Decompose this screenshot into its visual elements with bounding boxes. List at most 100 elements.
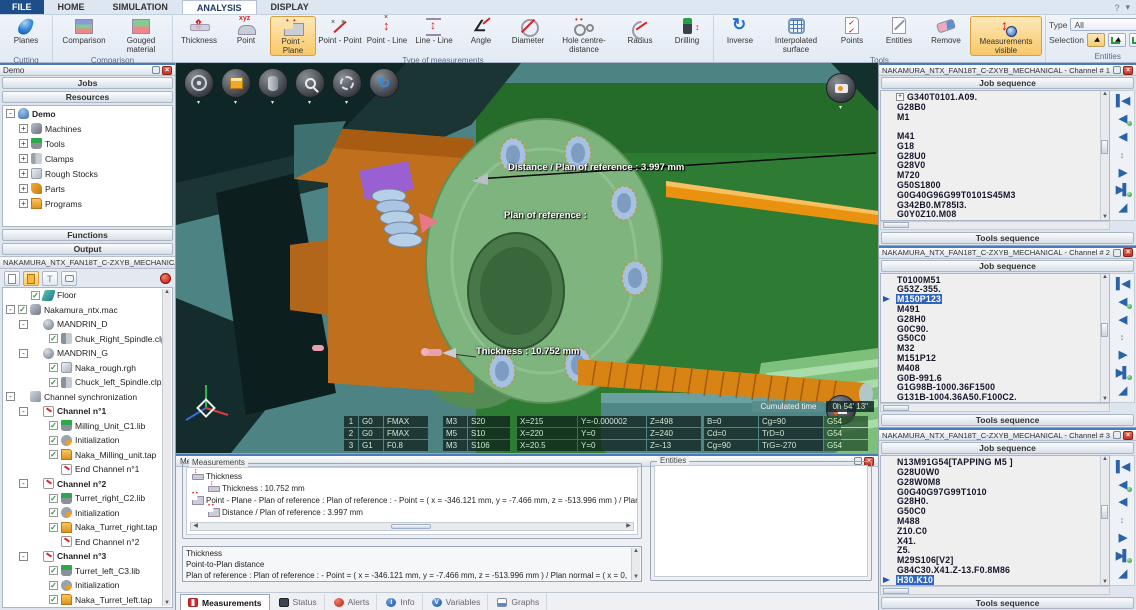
menu-tab[interactable]: FILE (0, 0, 44, 14)
go-to-end-button[interactable]: ◢ (1112, 201, 1132, 216)
gouged-material-button[interactable]: Gouged material (113, 16, 169, 56)
gcode-line[interactable]: M29S106[V2] (883, 555, 1109, 565)
tree-item[interactable]: Naka_rough.rgh (3, 361, 172, 376)
gcode-line[interactable]: M32 (883, 343, 1109, 353)
code-vscrollbar[interactable]: ▲▼ (1100, 456, 1109, 585)
menu-tab[interactable]: DISPLAY (257, 0, 323, 14)
step-back-button[interactable]: ◀ (1112, 495, 1132, 510)
visibility-checkbox[interactable] (49, 523, 58, 532)
inverse-button[interactable]: Inverse (717, 16, 763, 56)
gcode-line[interactable]: G84C30.X41.Z-13.F0.8M86 (883, 565, 1109, 575)
radius-button[interactable]: Radius (617, 16, 663, 56)
tree-item[interactable]: End Channel n°1 (3, 462, 172, 477)
measurement-item[interactable]: Distance / Plan of reference : 3.997 mm (189, 506, 635, 518)
expander-icon[interactable] (19, 184, 28, 193)
line-line-button[interactable]: Line - Line (411, 16, 457, 56)
tree-item[interactable]: Parts (3, 181, 172, 196)
expander-icon[interactable] (19, 154, 28, 163)
gcode-line[interactable]: M488 (883, 516, 1109, 526)
tree-item[interactable]: Chuck_left_Spindle.clp (3, 375, 172, 390)
scroll-handle[interactable]: ↕ (1112, 330, 1132, 345)
help-icon[interactable]: ? (1114, 3, 1119, 13)
job-sequence-bar[interactable]: Job sequence (881, 442, 1134, 454)
zoom-button[interactable]: ▾ (295, 68, 325, 98)
expander-icon[interactable] (6, 305, 15, 314)
previous-tool-button[interactable]: ◀ (1112, 295, 1132, 310)
gcode-line[interactable]: G0B-991.6 (883, 373, 1109, 383)
record-icon[interactable] (160, 273, 171, 284)
close-icon[interactable]: × (1123, 248, 1133, 257)
code-vscrollbar[interactable]: ▲▼ (1100, 274, 1109, 403)
entities-button[interactable]: Entities (876, 16, 922, 56)
expand-icon[interactable] (896, 93, 904, 101)
expander-icon[interactable] (19, 124, 28, 133)
tree-item[interactable]: Naka_Turret_left.tap (3, 593, 172, 608)
bottom-tab[interactable]: V Variables (425, 594, 489, 610)
gcode-line[interactable]: H30.K10 (883, 575, 1109, 585)
tools-sequence-bar[interactable]: Tools sequence (881, 597, 1134, 609)
step-back-button[interactable]: ◀ (1112, 130, 1132, 145)
hole-centre-distance-button[interactable]: Hole centre-distance (552, 16, 616, 56)
bottom-tab[interactable]: Status (272, 594, 325, 610)
scroll-handle[interactable]: ↕ (1112, 148, 1132, 163)
visibility-checkbox[interactable] (49, 494, 58, 503)
selection-mode-button[interactable]: ▾ (332, 68, 362, 98)
display-mode-button[interactable]: ▾ (221, 68, 251, 98)
gcode-line[interactable]: G28U0 (883, 151, 1109, 161)
diameter-button[interactable]: Diameter (505, 16, 551, 56)
gcode-line[interactable]: G18 (883, 141, 1109, 151)
document-active-button[interactable] (23, 271, 39, 286)
step-forward-button[interactable]: ▶ (1112, 166, 1132, 181)
pin-icon[interactable] (1113, 66, 1121, 74)
gcode-line[interactable]: G340T0101.A09. (883, 92, 1109, 102)
step-back-button[interactable]: ◀ (1112, 313, 1132, 328)
visibility-checkbox[interactable] (31, 291, 40, 300)
gcode-line[interactable]: G50C0 (883, 333, 1109, 343)
gcode-line[interactable]: G0G40G96G99T0101S45M3 (883, 190, 1109, 200)
measurements-hscrollbar[interactable]: ◀ ▶ (190, 522, 634, 531)
resources-bar[interactable]: Resources (2, 91, 173, 103)
go-to-start-button[interactable]: ▌◀ (1112, 277, 1132, 292)
menu-tab[interactable]: ANALYSIS (182, 0, 257, 14)
interpolated-surface-button[interactable]: Interpolated surface (764, 16, 828, 56)
tree-scrollbar[interactable]: ▲▼ (162, 289, 171, 606)
code-vscrollbar[interactable]: ▲▼ (1100, 91, 1109, 220)
gcode-line[interactable]: M1 (883, 112, 1109, 122)
go-to-end-button[interactable]: ◢ (1112, 567, 1132, 582)
type-select[interactable]: All▾ (1070, 18, 1136, 31)
tree-item[interactable]: Rough Stocks (3, 166, 172, 181)
tree-item[interactable]: Naka_Turret_right.tap (3, 520, 172, 535)
drilling-button[interactable]: Drilling (664, 16, 710, 56)
tree-item[interactable]: Nakamura_ntx.mac (3, 303, 172, 318)
tree-item[interactable]: Turret_right_C2.lib (3, 491, 172, 506)
viewport-3d[interactable]: ▾ ▾ ▾ ▾ ▾ ↻ ▾ Distance / Plan of referen… (176, 63, 878, 453)
tree-item[interactable]: Programs (3, 196, 172, 211)
expander-icon[interactable] (19, 349, 28, 358)
tree-item[interactable]: Initialization (3, 433, 172, 448)
point-point-button[interactable]: Point - Point (317, 16, 363, 56)
close-icon[interactable]: × (1123, 66, 1133, 75)
gcode-line[interactable]: M50 (883, 402, 1109, 403)
remove-button[interactable]: Remove (923, 16, 969, 56)
expander-icon[interactable] (19, 479, 28, 488)
visibility-checkbox[interactable] (49, 566, 58, 575)
measurement-item[interactable]: Thickness (189, 470, 635, 482)
scroll-up-icon[interactable]: ▲ (164, 289, 170, 295)
tree-item[interactable]: Demo (3, 106, 172, 121)
gcode-line[interactable]: G28B0 (883, 102, 1109, 112)
job-sequence-bar[interactable]: Job sequence (881, 77, 1134, 89)
previous-tool-button[interactable]: ◀ (1112, 112, 1132, 127)
visibility-checkbox[interactable] (49, 581, 58, 590)
scroll-down-icon[interactable]: ▼ (633, 574, 639, 580)
close-icon[interactable]: × (162, 66, 172, 75)
select-box-cursor-button[interactable]: ▲ (1129, 33, 1136, 47)
next-tool-button[interactable]: ▶▌ (1112, 549, 1132, 564)
visibility-checkbox[interactable] (18, 305, 27, 314)
visibility-checkbox[interactable] (49, 508, 58, 517)
tree-item[interactable]: Clamps (3, 151, 172, 166)
bottom-tab[interactable]: i Info (379, 594, 422, 610)
expander-icon[interactable] (19, 139, 28, 148)
go-to-start-button[interactable]: ▌◀ (1112, 460, 1132, 475)
code-hscrollbar[interactable] (880, 221, 1110, 230)
tree-item[interactable]: Initialization (3, 578, 172, 593)
